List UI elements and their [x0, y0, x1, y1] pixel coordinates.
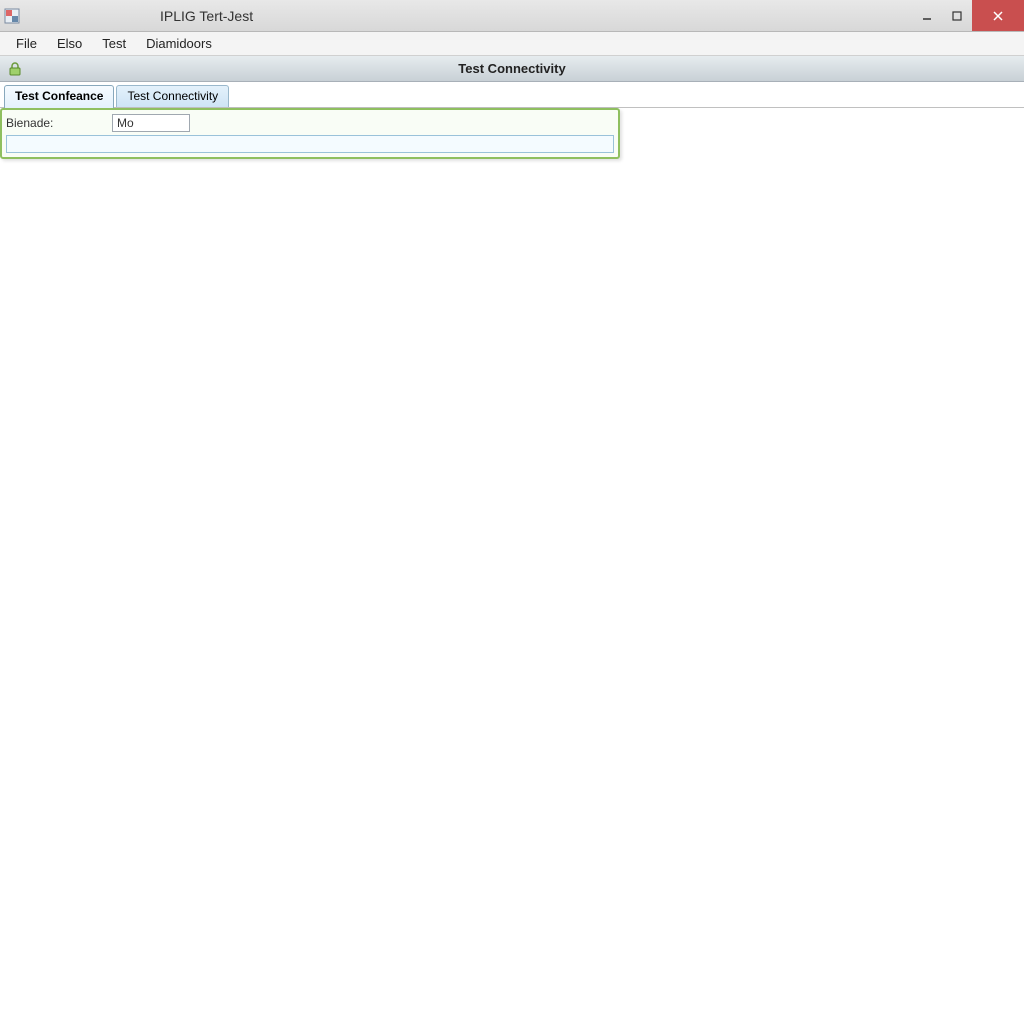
- maximize-button[interactable]: [942, 0, 972, 31]
- toolbar: Test Connectivity: [0, 56, 1024, 82]
- menu-elso[interactable]: Elso: [47, 34, 92, 53]
- tab-test-connectivity[interactable]: Test Connectivity: [116, 85, 229, 107]
- toolbar-title: Test Connectivity: [458, 61, 565, 76]
- field-label-bienade: Bienade:: [6, 116, 106, 130]
- window-title: IPLIG Tert-Jest: [160, 8, 253, 24]
- tab-strip: Test Confeance Test Connectivity: [0, 82, 1024, 108]
- minimize-button[interactable]: [912, 0, 942, 31]
- close-button[interactable]: [972, 0, 1024, 31]
- form-row-secondary: [6, 135, 614, 153]
- form-panel: Bienade:: [0, 108, 620, 159]
- bienade-input[interactable]: [112, 114, 190, 132]
- menu-diamidoors[interactable]: Diamidoors: [136, 34, 222, 53]
- titlebar: IPLIG Tert-Jest: [0, 0, 1024, 32]
- menu-test[interactable]: Test: [92, 34, 136, 53]
- content-area: Bienade:: [0, 108, 1024, 159]
- app-icon: [4, 8, 20, 24]
- menubar: File Elso Test Diamidoors: [0, 32, 1024, 56]
- tab-label: Test Confeance: [15, 89, 103, 103]
- window-controls: [912, 0, 1024, 31]
- tab-label: Test Connectivity: [127, 89, 218, 103]
- lock-icon[interactable]: [6, 60, 26, 78]
- menu-file[interactable]: File: [6, 34, 47, 53]
- tab-test-confeance[interactable]: Test Confeance: [4, 85, 114, 108]
- form-row-bienade: Bienade:: [6, 114, 614, 132]
- secondary-input[interactable]: [6, 135, 614, 153]
